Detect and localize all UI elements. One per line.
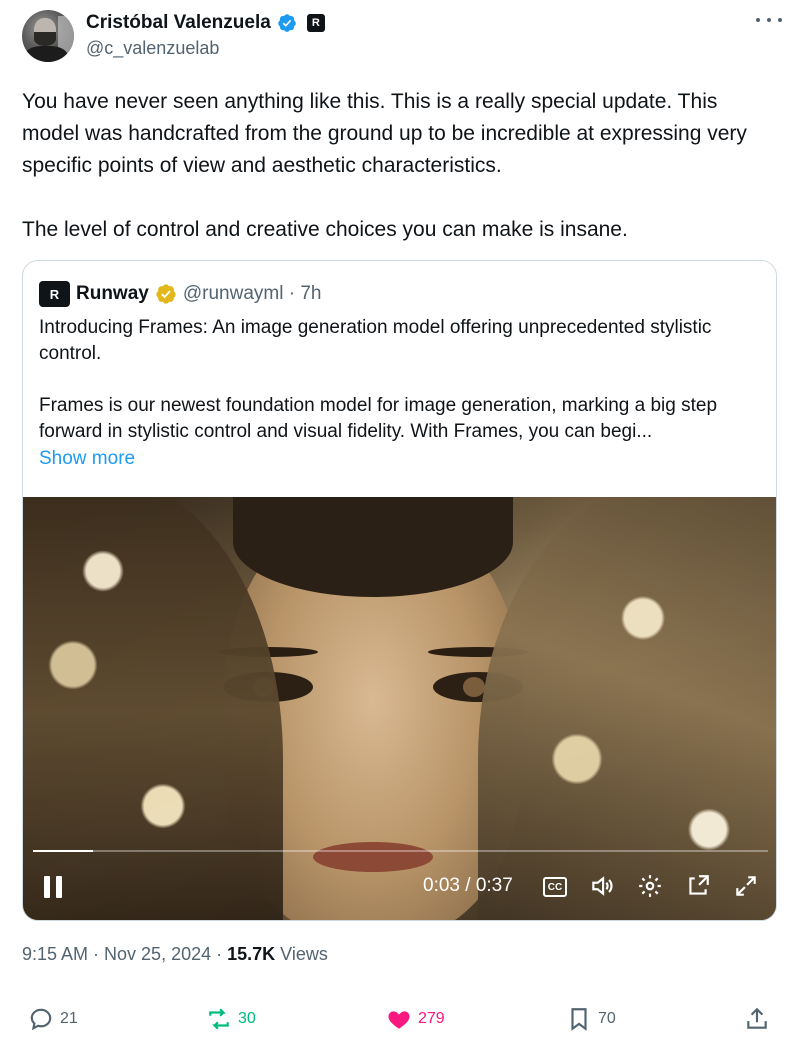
quoted-tweet-text: Introducing Frames: An image generation …: [39, 315, 759, 445]
more-options-icon[interactable]: [756, 10, 782, 30]
share-button[interactable]: [744, 1006, 770, 1032]
author-display-name[interactable]: Cristóbal Valenzuela: [86, 12, 271, 34]
tweet-header: Cristóbal Valenzuela R @c_valenzuelab: [22, 10, 782, 66]
tweet-timestamp[interactable]: 9:15 AM · Nov 25, 2024 ·: [22, 944, 227, 964]
share-icon: [747, 1007, 767, 1029]
fullscreen-button[interactable]: [733, 873, 759, 899]
veil-right: [478, 497, 776, 920]
video-progress-fill: [33, 850, 93, 852]
like-count: 279: [418, 1010, 445, 1027]
pause-button[interactable]: [41, 873, 65, 901]
heart-icon: [388, 1011, 410, 1029]
avatar[interactable]: [22, 10, 74, 62]
tweet-text: You have never seen anything like this. …: [22, 86, 772, 246]
quoted-tweet[interactable]: R Runway @runwayml · 7h Introducing Fram…: [22, 260, 777, 921]
video-controls: 0:03 / 0:37 CC: [23, 867, 776, 907]
verified-badge-icon[interactable]: [277, 13, 297, 33]
author-handle[interactable]: @c_valenzuelab: [86, 38, 219, 59]
pip-icon: [689, 875, 709, 895]
quoted-handle-time[interactable]: @runwayml · 7h: [183, 283, 322, 305]
bookmark-button[interactable]: 70: [566, 1006, 616, 1032]
views-label: Views: [275, 944, 328, 964]
tweet-paragraph: The level of control and creative choice…: [22, 218, 628, 241]
like-button[interactable]: 279: [386, 1006, 445, 1032]
author-name-row: Cristóbal Valenzuela R: [86, 12, 325, 34]
quoted-author-name[interactable]: Runway: [76, 283, 149, 305]
volume-button[interactable]: [589, 873, 615, 899]
video-progress-bar[interactable]: [33, 850, 768, 852]
expand-icon: [736, 876, 756, 896]
video-player[interactable]: 0:03 / 0:37 CC: [23, 497, 776, 920]
reply-icon: [30, 1008, 52, 1031]
reply-count: 21: [60, 1010, 78, 1027]
repost-count: 30: [238, 1010, 256, 1027]
quoted-paragraph: Frames is our newest foundation model fo…: [39, 395, 718, 442]
repost-icon: [209, 1008, 229, 1030]
video-time: 0:03 / 0:37: [423, 875, 513, 896]
tweet-paragraph: You have never seen anything like this. …: [22, 90, 747, 177]
captions-button[interactable]: CC: [543, 877, 567, 897]
tweet-meta: 9:15 AM · Nov 25, 2024 · 15.7K Views: [22, 944, 328, 965]
settings-button[interactable]: [637, 873, 663, 899]
affiliate-badge-icon[interactable]: R: [306, 14, 325, 32]
repost-button[interactable]: 30: [206, 1006, 256, 1032]
show-more-link[interactable]: Show more: [39, 448, 135, 470]
bookmark-icon: [571, 1008, 587, 1031]
quoted-tweet-header: R Runway @runwayml · 7h: [39, 281, 321, 307]
picture-in-picture-button[interactable]: [685, 873, 711, 899]
speaker-icon: [592, 876, 613, 896]
gold-verified-badge-icon[interactable]: [155, 283, 177, 305]
tweet-actions: 21 30 279 70: [22, 1006, 772, 1036]
gear-icon: [639, 875, 661, 897]
quoted-paragraph: Introducing Frames: An image generation …: [39, 317, 712, 364]
bookmark-count: 70: [598, 1010, 616, 1027]
runway-logo-icon[interactable]: R: [39, 281, 70, 307]
views-count: 15.7K: [227, 944, 276, 964]
reply-button[interactable]: 21: [28, 1006, 78, 1032]
